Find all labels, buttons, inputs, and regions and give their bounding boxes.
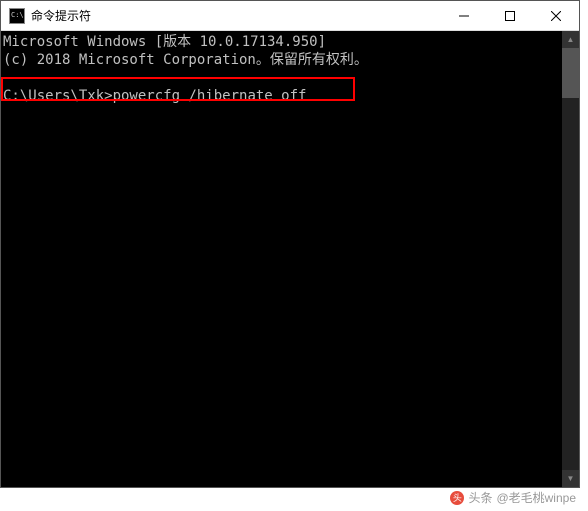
cmd-icon: [9, 8, 25, 24]
command-prompt-window: 命令提示符 Microsoft Windows [版本 10.0.17134.9…: [0, 0, 580, 488]
copyright-line: (c) 2018 Microsoft Corporation。保留所有权利。: [3, 52, 368, 68]
scroll-up-button[interactable]: ▲: [562, 31, 579, 48]
window-title: 命令提示符: [31, 7, 441, 24]
minimize-button[interactable]: [441, 1, 487, 30]
window-controls: [441, 1, 579, 30]
toutiao-icon: 头: [450, 491, 464, 505]
scroll-track[interactable]: [562, 48, 579, 470]
text-cursor: [306, 99, 314, 101]
vertical-scrollbar[interactable]: ▲ ▼: [562, 31, 579, 487]
scroll-down-button[interactable]: ▼: [562, 470, 579, 487]
terminal-output[interactable]: Microsoft Windows [版本 10.0.17134.950] (c…: [1, 31, 562, 487]
prompt-text: C:\Users\Txk>: [3, 88, 113, 104]
titlebar[interactable]: 命令提示符: [1, 1, 579, 31]
scroll-thumb[interactable]: [562, 48, 579, 98]
watermark: 头 头条 @老毛桃winpe: [446, 488, 580, 507]
version-line: Microsoft Windows [版本 10.0.17134.950]: [3, 34, 326, 50]
terminal-area: Microsoft Windows [版本 10.0.17134.950] (c…: [1, 31, 579, 487]
watermark-prefix: 头条: [468, 489, 492, 506]
command-text: powercfg /hibernate off: [113, 88, 307, 104]
maximize-button[interactable]: [487, 1, 533, 30]
close-button[interactable]: [533, 1, 579, 30]
watermark-handle: @老毛桃winpe: [496, 489, 576, 506]
